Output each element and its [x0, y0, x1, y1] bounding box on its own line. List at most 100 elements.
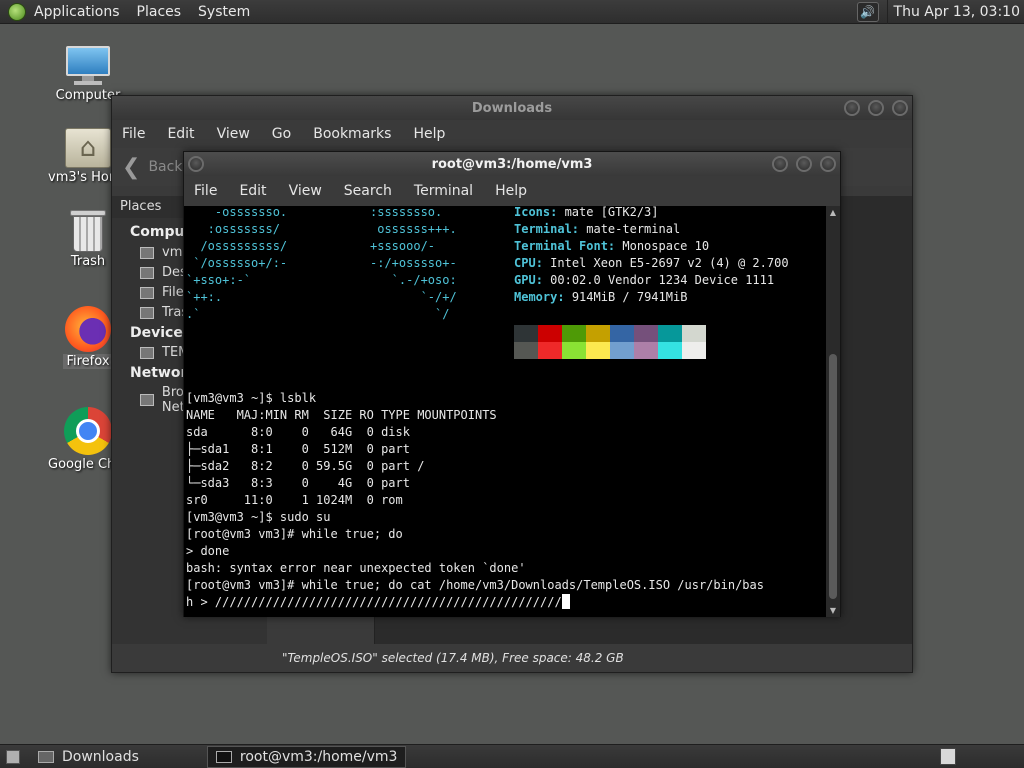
terminal-line: ├─sda2 8:2 0 59.5G 0 part / — [186, 459, 425, 473]
sysinfo-line: Terminal Font: Monospace 10 — [514, 239, 710, 253]
color-swatch — [562, 342, 586, 359]
menu-file[interactable]: File — [194, 183, 217, 199]
terminal-prompt-line: h > ////////////////////////////////////… — [186, 594, 570, 611]
maximize-button[interactable] — [868, 100, 884, 116]
ascii-art-line: ossssss+++. — [370, 222, 457, 236]
sysinfo-value: Monospace 10 — [615, 239, 710, 253]
color-swatch — [634, 325, 658, 342]
terminal-menubar: File Edit View Search Terminal Help — [184, 176, 840, 206]
sysinfo-line: Icons: mate [GTK2/3] — [514, 206, 659, 219]
firefox-icon — [65, 306, 111, 352]
file-manager-titlebar[interactable]: Downloads — [112, 96, 912, 120]
color-swatch — [634, 342, 658, 359]
bottom-panel: Downloads root@vm3:/home/vm3 — [0, 744, 1024, 768]
sysinfo-key: Terminal — [514, 222, 572, 236]
close-button[interactable] — [892, 100, 908, 116]
terminal-line: └─sda3 8:3 0 4G 0 part — [186, 476, 410, 490]
back-button[interactable]: ❮ Back — [122, 155, 182, 180]
back-label: Back — [148, 159, 183, 175]
menu-edit[interactable]: Edit — [239, 183, 266, 199]
menu-help[interactable]: Help — [495, 183, 527, 199]
menu-applications[interactable]: Applications — [34, 4, 120, 20]
terminal-output[interactable]: -osssssso. :osssssss/ /osssssssss/ `/oss… — [184, 206, 826, 617]
text-cursor — [561, 594, 570, 609]
color-swatch — [610, 342, 634, 359]
terminal-scrollbar[interactable]: ▲ ▼ — [826, 206, 840, 617]
ascii-art-line: /osssssssss/ — [186, 239, 288, 253]
sidebar-section-devices: Devices — [130, 325, 192, 341]
close-button[interactable] — [820, 156, 836, 172]
menu-places[interactable]: Places — [137, 4, 182, 20]
taskbar-item-downloads[interactable]: Downloads — [30, 746, 147, 768]
terminal-line: ├─sda1 8:1 0 512M 0 part — [186, 442, 410, 456]
terminal-line: [root@vm3 vm3]# while true; do cat /home… — [186, 578, 764, 592]
desktop-folder-icon — [140, 266, 154, 279]
ascii-art-line: +sssooo/- — [370, 239, 436, 253]
workspace-switcher[interactable] — [940, 748, 956, 765]
sysinfo-key: GPU — [514, 273, 536, 287]
sysinfo-line: CPU: Intel Xeon E5-2697 v2 (4) @ 2.700 — [514, 256, 789, 270]
show-desktop-icon[interactable] — [6, 749, 20, 764]
color-swatch — [538, 325, 562, 342]
taskbar-item-terminal[interactable]: root@vm3:/home/vm3 — [206, 745, 407, 768]
color-swatch — [562, 325, 586, 342]
window-title: root@vm3:/home/vm3 — [431, 156, 593, 172]
color-swatch — [538, 342, 562, 359]
sysinfo-key: Memory — [514, 290, 558, 304]
back-arrow-icon: ❮ — [122, 154, 141, 180]
drive-icon — [140, 286, 154, 299]
menu-edit[interactable]: Edit — [167, 126, 194, 142]
minimize-button[interactable] — [772, 156, 788, 172]
menu-view[interactable]: View — [289, 183, 322, 199]
computer-icon — [64, 46, 112, 86]
sysinfo-key: Icons — [514, 206, 551, 219]
file-manager-menubar: File Edit View Go Bookmarks Help — [112, 120, 912, 148]
color-swatch — [682, 342, 706, 359]
sysinfo-key: Terminal Font — [514, 239, 608, 253]
folder-icon — [38, 750, 54, 763]
menu-system[interactable]: System — [198, 4, 250, 20]
chrome-icon — [64, 407, 112, 455]
mate-logo-icon[interactable] — [8, 2, 26, 21]
top-panel: Applications Places System 🔊 Thu Apr 13,… — [0, 0, 1024, 24]
menu-help[interactable]: Help — [413, 126, 445, 142]
scroll-up-icon[interactable]: ▲ — [826, 208, 840, 217]
maximize-button[interactable] — [796, 156, 812, 172]
color-swatch — [514, 342, 538, 359]
color-swatch — [658, 325, 682, 342]
ascii-art-line: -osssssso. — [186, 206, 288, 219]
menu-go[interactable]: Go — [272, 126, 291, 142]
color-swatch — [682, 325, 706, 342]
menu-search[interactable]: Search — [344, 183, 392, 199]
minimize-button[interactable] — [844, 100, 860, 116]
terminal-line: > done — [186, 544, 230, 558]
menu-terminal[interactable]: Terminal — [414, 183, 473, 199]
scroll-down-icon[interactable]: ▼ — [826, 606, 840, 615]
terminal-line: NAME MAJ:MIN RM SIZE RO TYPE MOUNTPOINTS — [186, 408, 497, 422]
menu-view[interactable]: View — [217, 126, 250, 142]
sysinfo-value: Intel Xeon E5-2697 v2 (4) @ 2.700 — [542, 256, 789, 270]
ascii-art-line: `++:. — [186, 290, 223, 304]
home-folder-icon — [65, 128, 111, 168]
ascii-art-line: .` — [186, 307, 201, 321]
color-swatch — [514, 325, 538, 342]
sysinfo-value: mate-terminal — [579, 222, 681, 236]
menu-bookmarks[interactable]: Bookmarks — [313, 126, 391, 142]
sysinfo-line: GPU: 00:02.0 Vendor 1234 Device 1111 — [514, 273, 775, 287]
sysinfo-value: 914MiB / 7941MiB — [564, 290, 688, 304]
trash-icon — [70, 210, 106, 252]
scrollbar-thumb[interactable] — [829, 354, 837, 599]
ascii-art-line: `.-/+oso: — [370, 273, 457, 287]
menu-file[interactable]: File — [122, 126, 145, 142]
home-folder-icon — [140, 246, 154, 259]
volume-icon[interactable]: 🔊 — [856, 2, 879, 22]
terminal-titlebar[interactable]: root@vm3:/home/vm3 — [184, 152, 840, 176]
ascii-art-line: `/ — [370, 307, 450, 321]
color-swatch — [586, 325, 610, 342]
clock[interactable]: Thu Apr 13, 03:10 — [886, 0, 1024, 24]
disc-icon — [140, 346, 154, 359]
terminal-line: bash: syntax error near unexpected token… — [186, 561, 526, 575]
terminal-line: [root@vm3 vm3]# while true; do — [186, 527, 403, 541]
ascii-art-line: `+sso+:-` — [186, 273, 252, 287]
terminal-line: [vm3@vm3 ~]$ sudo su — [186, 510, 331, 524]
